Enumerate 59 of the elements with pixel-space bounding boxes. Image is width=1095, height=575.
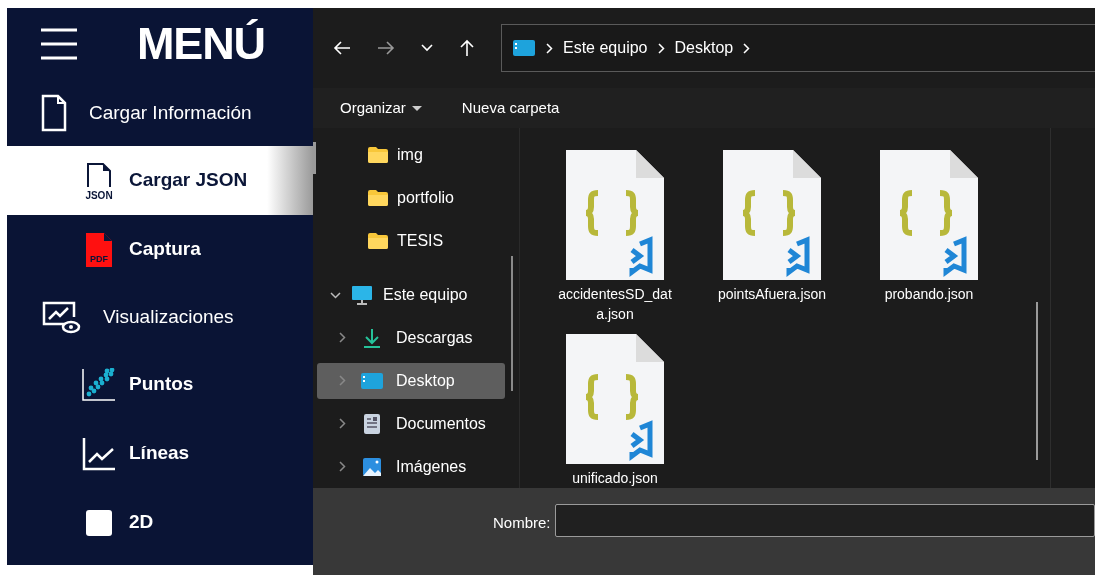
menu-title: MENÚ: [137, 17, 265, 72]
menu-item[interactable]: Líneas: [7, 419, 313, 488]
chevron-right-icon[interactable]: [657, 42, 665, 54]
folder-icon: [367, 146, 389, 165]
file-item[interactable]: probando.json: [854, 150, 1004, 324]
chevron-down-icon[interactable]: [421, 44, 433, 52]
back-arrow-icon[interactable]: [333, 40, 351, 56]
chevron-right-icon[interactable]: [743, 42, 751, 54]
square-icon: [86, 509, 112, 536]
nav-item[interactable]: Desktop: [317, 362, 505, 399]
file-item[interactable]: pointsAfuera.json: [697, 150, 847, 324]
forward-arrow-icon[interactable]: [377, 40, 395, 56]
menu-icon[interactable]: [39, 26, 79, 62]
chevron-right-icon[interactable]: [546, 42, 553, 54]
file-item[interactable]: accidentesSD_data.json: [540, 150, 690, 324]
folder-icon: [367, 231, 389, 250]
filename-label: Nombre:: [493, 513, 551, 533]
monitor-eye-icon: [41, 300, 81, 334]
menu-item[interactable]: 2D: [7, 488, 313, 557]
download-icon: [362, 327, 382, 349]
expand-chevron-icon[interactable]: [329, 291, 341, 299]
menu-item[interactable]: PDF Captura: [7, 215, 313, 284]
expand-chevron-icon[interactable]: [339, 461, 346, 473]
organize-button[interactable]: Organizar: [340, 96, 422, 120]
image-icon: [362, 456, 382, 477]
desktop-icon: [512, 39, 536, 57]
desktop-icon: [360, 371, 384, 390]
scatter-chart-icon: [81, 367, 117, 402]
nav-item[interactable]: Descargas: [317, 320, 505, 356]
nav-item[interactable]: portfolio: [313, 176, 519, 220]
nav-item[interactable]: Documentos: [317, 405, 505, 442]
file-item[interactable]: unificado.json: [540, 334, 690, 488]
line-chart-icon: [81, 435, 117, 472]
expand-chevron-icon[interactable]: [339, 418, 346, 430]
json-file-icon: [566, 150, 664, 280]
nav-item[interactable]: TESIS: [313, 219, 519, 262]
section-header[interactable]: Cargar Información: [7, 80, 313, 146]
new-folder-button[interactable]: Nueva carpeta: [461, 96, 560, 120]
address-bar[interactable]: Este equipo Desktop: [501, 24, 1095, 72]
document-icon: [41, 94, 67, 132]
json-file-icon: [880, 150, 978, 280]
nav-item[interactable]: Imágenes: [317, 448, 505, 485]
nav-item[interactable]: img: [313, 134, 519, 177]
json-file-icon: [723, 150, 821, 280]
caret-icon: [411, 105, 422, 111]
menu-item[interactable]: JSON Cargar JSON: [7, 146, 313, 215]
document-icon: [363, 412, 381, 435]
filename-field[interactable]: [554, 504, 1095, 537]
menu-item[interactable]: Puntos: [7, 350, 313, 419]
json-file-icon: [566, 334, 664, 464]
nav-item[interactable]: Este equipo: [313, 273, 519, 317]
pdf-file-icon: PDF: [84, 230, 114, 269]
section-header[interactable]: Visualizaciones: [7, 284, 313, 350]
breadcrumb-item[interactable]: Este equipo: [563, 36, 648, 60]
up-arrow-icon[interactable]: [459, 39, 475, 57]
expand-chevron-icon[interactable]: [339, 332, 346, 344]
computer-icon: [351, 284, 373, 307]
breadcrumb-item[interactable]: Desktop: [674, 36, 734, 60]
folder-icon: [367, 188, 389, 207]
